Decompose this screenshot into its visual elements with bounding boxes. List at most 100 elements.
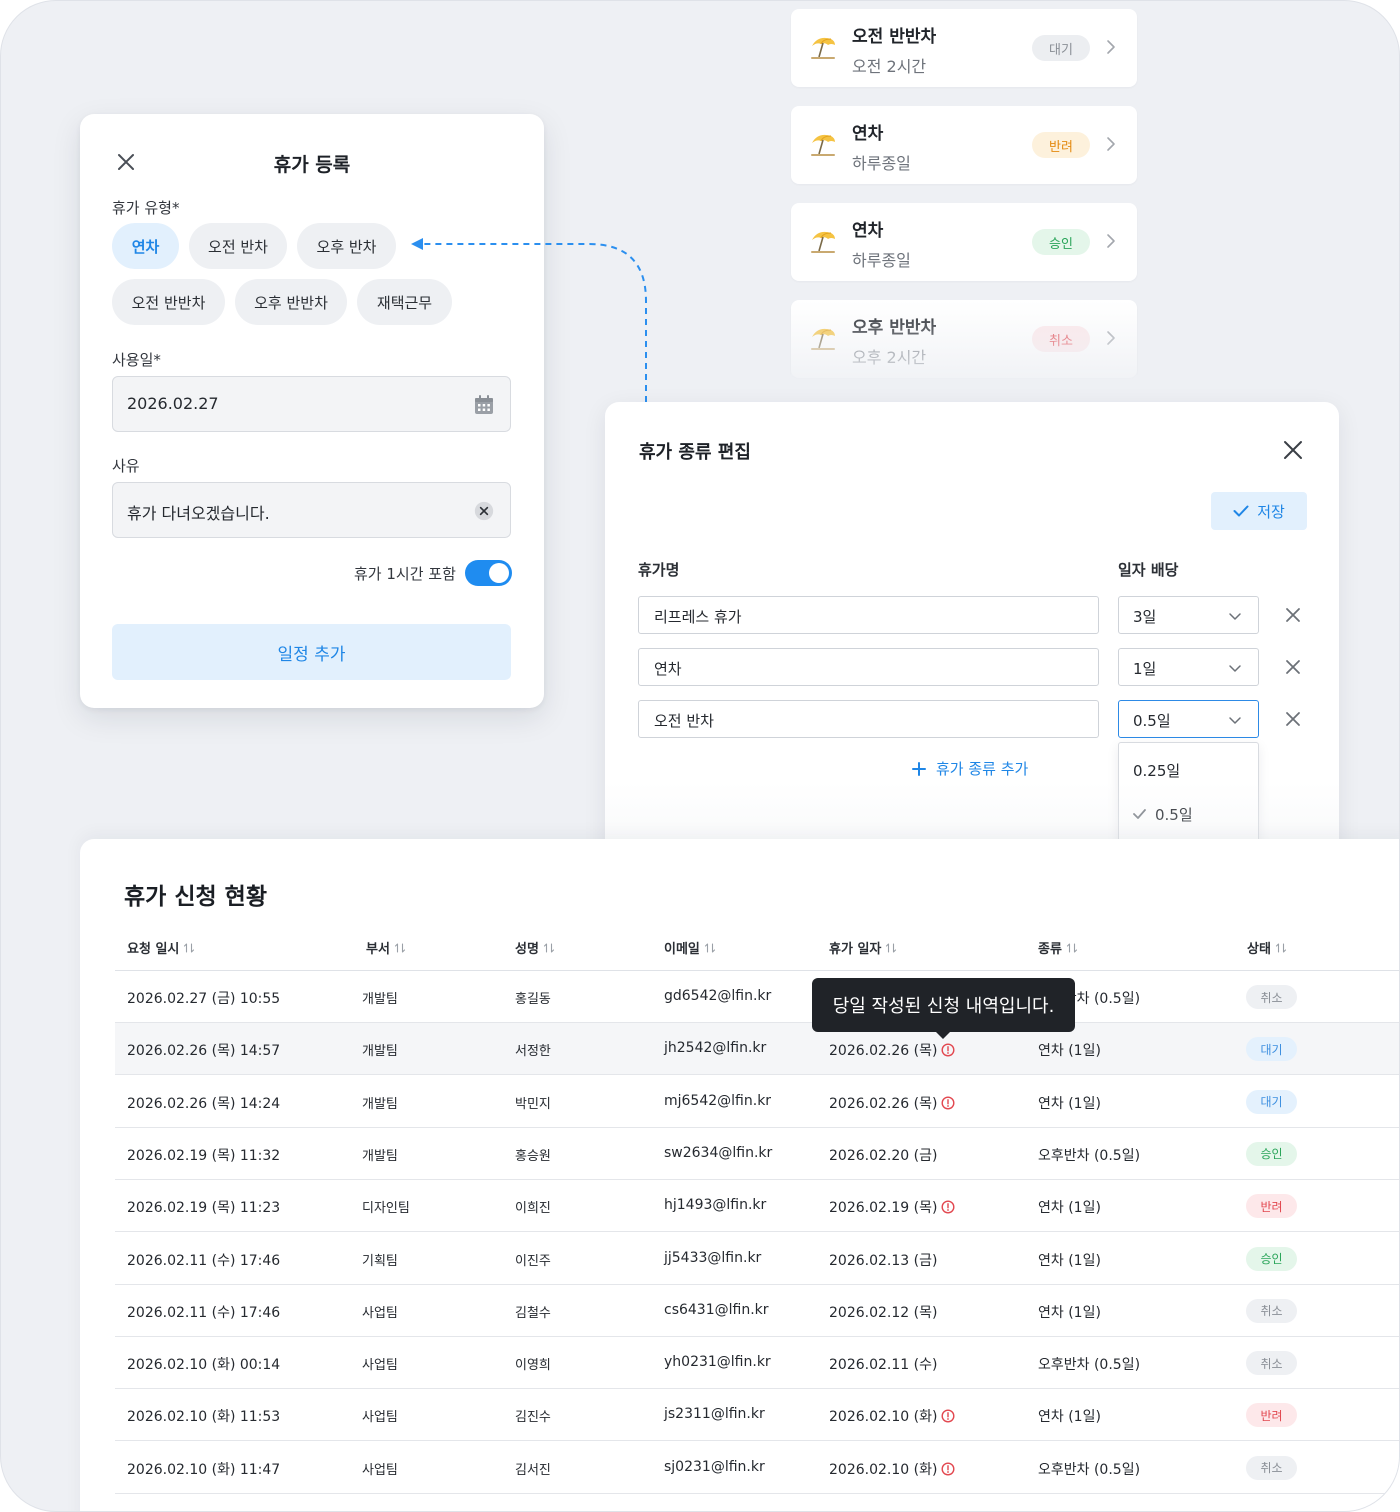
table-row[interactable]: 2026.02.10 (화) 11:47 사업팀 김서진 sj0231@lfin.kr… xyxy=(115,1442,1399,1494)
type-name-input[interactable]: 리프레스 휴가 xyxy=(638,596,1099,634)
table-row[interactable]: 2026.02.19 (목) 11:32 개발팀 홍승원 sw2634@lfin.kr… xyxy=(115,1128,1399,1180)
leave-card[interactable]: 연차 하루종일 반려 xyxy=(791,106,1137,184)
chevron-right-icon[interactable] xyxy=(1104,136,1118,152)
dropdown-option-selected[interactable]: 0.5일 xyxy=(1119,794,1258,834)
save-button[interactable]: 저장 xyxy=(1211,492,1307,530)
leave-card-subtitle: 하루종일 xyxy=(852,251,911,270)
column-header[interactable]: 종류 xyxy=(1038,938,1078,957)
column-header-label: 휴가 일자 xyxy=(829,942,882,957)
delete-row-icon[interactable] xyxy=(1285,659,1301,675)
cell-leave-kind: 오후반차 (0.5일) xyxy=(1038,1461,1141,1478)
leave-card[interactable]: 오후 반반차 오후 2시간 취소 xyxy=(791,300,1137,378)
alert-icon[interactable] xyxy=(941,1096,955,1110)
status-badge: 취소 xyxy=(1032,326,1090,352)
alert-icon[interactable] xyxy=(941,1200,955,1214)
cell-leave-date: 2026.02.10 (화) xyxy=(829,1459,955,1479)
table-row[interactable]: 2026.02.11 (수) 17:46 기획팀 이진주 jj5433@lfin.kr… xyxy=(115,1233,1399,1285)
status-badge: 반려 xyxy=(1246,1403,1297,1428)
table-row[interactable]: 2026.02.10 (화) 11:53 사업팀 김진수 js2311@lfin.kr… xyxy=(115,1389,1399,1442)
sort-icon[interactable] xyxy=(1275,942,1287,954)
sort-icon[interactable] xyxy=(704,942,716,954)
check-icon xyxy=(1233,505,1249,517)
column-header[interactable]: 요청 일시 xyxy=(127,938,195,957)
cell-leave-date: 2026.02.12 (목) xyxy=(829,1302,937,1322)
date-field[interactable]: 2026.02.27 xyxy=(112,376,511,432)
cell-name: 서정한 xyxy=(515,1044,551,1060)
leave-card-title: 오후 반반차 xyxy=(852,318,937,338)
close-icon[interactable] xyxy=(1283,440,1303,460)
column-header-label: 상태 xyxy=(1247,942,1271,957)
cell-department: 개발팀 xyxy=(362,1096,398,1112)
dropdown-option-label: 0.5일 xyxy=(1155,806,1193,824)
alert-icon[interactable] xyxy=(941,1409,955,1423)
type-chip-morning-quarter[interactable]: 오전 반반차 xyxy=(112,279,225,325)
cell-request-time: 2026.02.19 (목) 11:23 xyxy=(127,1200,281,1217)
check-icon xyxy=(1133,809,1146,819)
table-row[interactable]: 2026.02.10 (화) 00:14 사업팀 이영희 yh0231@lfin.kr… xyxy=(115,1337,1399,1390)
type-chip-morning-half[interactable]: 오전 반차 xyxy=(189,223,287,269)
cell-leave-kind: 연차 (1일) xyxy=(1038,1043,1101,1060)
cell-leave-date: 2026.02.10 (화) xyxy=(829,1406,955,1426)
cell-request-time: 2026.02.10 (화) 11:47 xyxy=(127,1461,281,1478)
column-header[interactable]: 휴가 일자 xyxy=(829,938,897,957)
chevron-right-icon[interactable] xyxy=(1104,330,1118,346)
table-row[interactable]: 2026.02.19 (목) 11:23 디자인팀 이희진 hj1493@lfin.k… xyxy=(115,1180,1399,1233)
days-select[interactable]: 1일 xyxy=(1118,648,1259,686)
days-select[interactable]: 3일 xyxy=(1118,596,1259,634)
sort-icon[interactable] xyxy=(543,942,555,954)
leave-card[interactable]: 오전 반반차 오전 2시간 대기 xyxy=(791,9,1137,87)
hour-include-toggle[interactable] xyxy=(465,560,512,586)
cell-leave-kind: 오후반차 (0.5일) xyxy=(1038,1147,1141,1164)
type-name-value: 연차 xyxy=(654,660,682,678)
sort-icon[interactable] xyxy=(885,942,897,954)
add-schedule-button[interactable]: 일정 추가 xyxy=(112,624,511,680)
cell-department: 기획팀 xyxy=(362,1253,398,1269)
column-header[interactable]: 성명 xyxy=(515,938,555,957)
reason-field[interactable]: 휴가 다녀오겠습니다. xyxy=(112,482,511,538)
column-header[interactable]: 부서 xyxy=(366,938,406,957)
column-header[interactable]: 상태 xyxy=(1247,938,1287,957)
table-row[interactable]: 2026.02.26 (목) 14:24 개발팀 박민지 mj6542@lfin.kr… xyxy=(115,1076,1399,1128)
cell-leave-kind: 연차 (1일) xyxy=(1038,1095,1101,1112)
clear-icon[interactable] xyxy=(474,501,494,521)
sort-icon[interactable] xyxy=(183,942,195,954)
add-type-button[interactable]: 휴가 종류 추가 xyxy=(912,758,1028,779)
table-row[interactable]: 2026.02.27 (금) 10:55 개발팀 홍길동 gd6542@lfin.kr… xyxy=(115,971,1399,1023)
status-badge: 반려 xyxy=(1032,132,1090,158)
cell-request-time: 2026.02.11 (수) 17:46 xyxy=(127,1252,281,1269)
type-chip-afternoon-half[interactable]: 오후 반차 xyxy=(297,223,396,269)
column-header[interactable]: 이메일 xyxy=(664,938,716,957)
leave-type-edit-panel: 휴가 종류 편집 저장 휴가명 일자 배당 리프레스 휴가 3일 연차 1일 오전 반차… xyxy=(605,402,1339,872)
table-row[interactable]: 2026.02.26 (목) 14:57 개발팀 서정한 jh2542@lfin.kr… xyxy=(115,1023,1399,1076)
sort-icon[interactable] xyxy=(1066,942,1078,954)
table-row[interactable]: 2026.02.11 (수) 17:46 사업팀 김철수 cs6431@lfin.kr… xyxy=(115,1285,1399,1337)
type-name-input[interactable]: 오전 반차 xyxy=(638,700,1099,738)
dropdown-option[interactable]: 0.25일 xyxy=(1119,750,1258,790)
type-name-input[interactable]: 연차 xyxy=(638,648,1099,686)
type-chip-remote[interactable]: 재택근무 xyxy=(357,279,452,325)
type-chip-annual[interactable]: 연차 xyxy=(112,223,179,269)
leave-date-text: 2026.02.20 (금) xyxy=(829,1147,938,1164)
cell-email: sj0231@lfin.kr xyxy=(664,1458,765,1475)
leave-date-text: 2026.02.10 (화) xyxy=(829,1461,938,1478)
alert-icon[interactable] xyxy=(941,1043,955,1057)
delete-row-icon[interactable] xyxy=(1285,711,1301,727)
cell-leave-date: 2026.02.13 (금) xyxy=(829,1250,937,1270)
cell-request-time: 2026.02.26 (목) 14:24 xyxy=(127,1095,281,1112)
calendar-icon[interactable] xyxy=(472,393,496,417)
cell-department: 개발팀 xyxy=(362,1148,398,1164)
sort-icon[interactable] xyxy=(394,942,406,954)
umbrella-icon xyxy=(811,328,835,350)
chevron-right-icon[interactable] xyxy=(1104,233,1118,249)
chevron-right-icon[interactable] xyxy=(1104,39,1118,55)
type-chip-afternoon-quarter[interactable]: 오후 반반차 xyxy=(235,279,347,325)
col-header-days: 일자 배당 xyxy=(1118,561,1179,579)
leave-card[interactable]: 연차 하루종일 승인 xyxy=(791,203,1137,281)
alert-icon[interactable] xyxy=(941,1462,955,1476)
delete-row-icon[interactable] xyxy=(1285,607,1301,623)
cell-request-time: 2026.02.11 (수) 17:46 xyxy=(127,1304,281,1321)
leave-card-subtitle: 오전 2시간 xyxy=(852,57,927,76)
days-select[interactable]: 0.5일 xyxy=(1118,700,1259,738)
table-title: 휴가 신청 현황 xyxy=(124,884,267,910)
leave-card-title: 오전 반반차 xyxy=(852,27,937,47)
